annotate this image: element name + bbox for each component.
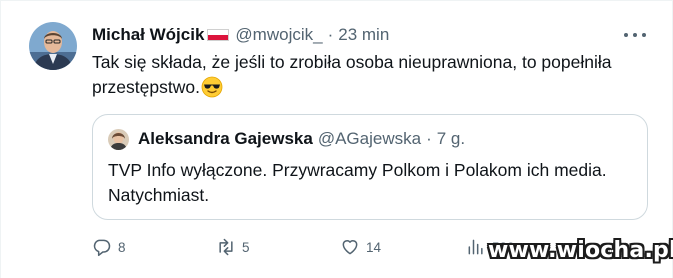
reply-count: 8 (118, 239, 126, 255)
like-button[interactable]: 14 (340, 234, 381, 260)
separator: · (327, 25, 334, 44)
retweet-button[interactable]: 5 (216, 234, 250, 260)
retweet-icon (219, 238, 233, 256)
quoted-tweet[interactable]: Aleksandra Gajewska @AGajewska · 7 g. TV… (92, 114, 648, 220)
author-handle[interactable]: @mwojcik_ (235, 25, 322, 45)
timestamp[interactable]: 23 min (338, 25, 389, 45)
quoted-author-name: Aleksandra Gajewska (138, 129, 313, 148)
views-chart-icon (468, 239, 483, 255)
watermark: www.wiocha.pl (488, 238, 673, 263)
quoted-text: TVP Info wyłączone. Przywracamy Polkom i… (108, 160, 607, 205)
tweet-text: Tak się składa, że jeśli to zrobiła osob… (92, 50, 612, 100)
tweet-body: Tak się składa, że jeśli to zrobiła osob… (92, 52, 612, 97)
more-options-icon[interactable] (624, 28, 646, 42)
reply-button[interactable]: 8 (92, 234, 126, 260)
sunglasses-emoji-icon (201, 76, 223, 98)
quoted-author-handle: @AGajewska (317, 129, 422, 148)
divider (0, 0, 673, 1)
quoted-header: Aleksandra Gajewska @AGajewska · 7 g. (138, 128, 465, 150)
avatar[interactable] (29, 22, 77, 70)
reply-icon (93, 239, 111, 257)
heart-icon (342, 240, 358, 255)
quoted-timestamp: 7 g. (436, 129, 466, 148)
divider (0, 0, 1, 278)
tweet-header: Michał Wójcik @mwojcik_ · 23 min (92, 24, 389, 46)
retweet-count: 5 (242, 239, 250, 255)
separator: · (426, 129, 432, 148)
poland-flag-icon (207, 29, 230, 41)
quoted-avatar[interactable] (108, 129, 129, 150)
like-count: 14 (366, 239, 382, 255)
author-name[interactable]: Michał Wójcik (92, 25, 204, 45)
tweet-card: Michał Wójcik @mwojcik_ · 23 min Tak się… (0, 0, 673, 278)
